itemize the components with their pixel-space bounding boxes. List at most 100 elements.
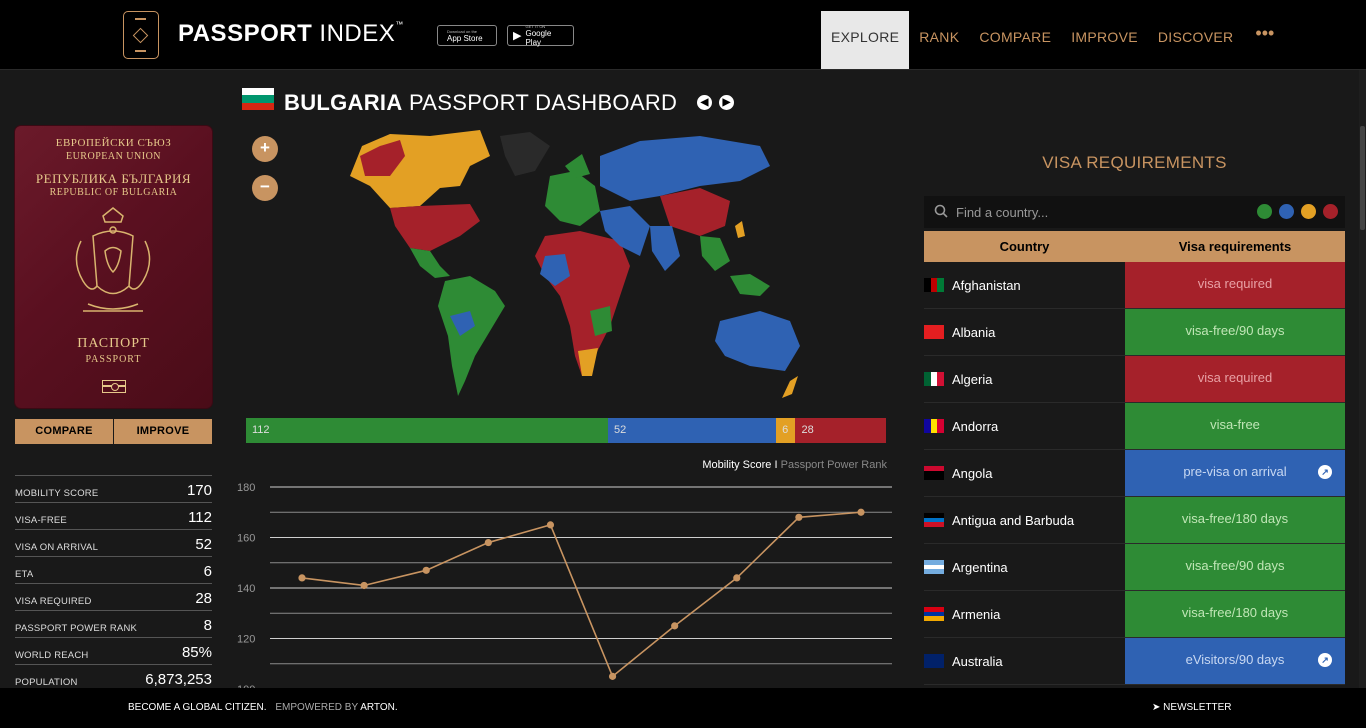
data-point[interactable] bbox=[608, 672, 617, 680]
country-name[interactable]: Antigua and Barbuda bbox=[952, 513, 1074, 528]
nav-rank[interactable]: RANK bbox=[909, 11, 969, 69]
biometric-chip-icon bbox=[102, 380, 126, 393]
table-row[interactable]: Andorra visa-free bbox=[924, 403, 1345, 450]
country-name[interactable]: Armenia bbox=[952, 607, 1000, 622]
table-row[interactable]: Afghanistan visa required bbox=[924, 262, 1345, 309]
country-name[interactable]: Albania bbox=[952, 325, 995, 340]
visa-requirement-cell[interactable]: visa-free/90 days bbox=[1125, 309, 1345, 355]
prev-country-icon[interactable]: ◀ bbox=[697, 95, 712, 110]
country-flag-icon bbox=[924, 654, 944, 668]
cover-text: РЕПУБЛИКА БЪЛГАРИЯ bbox=[35, 171, 192, 186]
search-input[interactable] bbox=[956, 202, 1236, 222]
external-link-icon[interactable]: ↗ bbox=[1318, 465, 1332, 479]
map-region-greenland[interactable] bbox=[500, 132, 550, 176]
nav-explore[interactable]: EXPLORE bbox=[821, 11, 910, 69]
nav-compare[interactable]: COMPARE bbox=[969, 11, 1061, 69]
breakdown-segment[interactable]: 52 bbox=[608, 418, 777, 443]
country-flag-icon bbox=[924, 325, 944, 339]
map-region-indonesia[interactable] bbox=[730, 274, 770, 296]
map-region-india[interactable] bbox=[650, 226, 680, 271]
breakdown-segment[interactable]: 6 bbox=[776, 418, 796, 443]
visa-table: Country Visa requirements Afghanistan vis… bbox=[924, 231, 1345, 685]
cover-text: PASSPORT bbox=[85, 354, 142, 365]
stat-row: POPULATION 6,873,253 bbox=[15, 664, 212, 691]
y-tick-label: 140 bbox=[237, 583, 255, 595]
nav-improve[interactable]: IMPROVE bbox=[1061, 11, 1148, 69]
map-region-south-america[interactable] bbox=[438, 276, 505, 396]
site-logo-text[interactable]: PASSPORT INDEX™ bbox=[178, 20, 404, 48]
zoom-in-button[interactable]: + bbox=[252, 136, 278, 162]
nav-discover[interactable]: DISCOVER bbox=[1148, 11, 1244, 69]
country-flag-icon bbox=[924, 419, 945, 433]
visa-requirement-cell[interactable]: visa required bbox=[1125, 262, 1345, 308]
footer-slogan: BECOME A GLOBAL CITIZEN. bbox=[128, 702, 267, 713]
search-icon bbox=[934, 204, 948, 218]
more-menu-icon[interactable]: ••• bbox=[1243, 11, 1286, 61]
legend-power-rank[interactable]: Passport Power Rank bbox=[781, 459, 887, 471]
column-header-requirements[interactable]: Visa requirements bbox=[1125, 231, 1345, 262]
world-map[interactable] bbox=[320, 126, 820, 402]
column-header-country[interactable]: Country bbox=[924, 231, 1125, 262]
data-point[interactable] bbox=[671, 622, 679, 630]
data-point[interactable] bbox=[546, 521, 555, 529]
visa-requirement-cell[interactable]: visa-free/90 days bbox=[1125, 544, 1345, 590]
legend-mobility-score[interactable]: Mobility Score bbox=[702, 459, 771, 471]
breakdown-segment[interactable]: 112 bbox=[246, 418, 609, 443]
map-region-mexico[interactable] bbox=[410, 248, 450, 278]
visa-requirement-cell[interactable]: visa-free/180 days bbox=[1125, 497, 1345, 543]
map-region-europe[interactable] bbox=[545, 171, 600, 226]
breakdown-segment[interactable]: 28 bbox=[795, 418, 886, 443]
map-region-australia[interactable] bbox=[715, 311, 800, 371]
stat-row: PASSPORT POWER RANK 8 bbox=[15, 610, 212, 637]
stat-row: WORLD REACH 85% bbox=[15, 637, 212, 664]
map-region-southeast-asia[interactable] bbox=[700, 236, 730, 271]
page-scrollbar[interactable] bbox=[1359, 70, 1366, 688]
app-store-button[interactable]: Download on the App Store bbox=[437, 25, 497, 46]
visa-requirement-cell[interactable]: visa-free bbox=[1125, 403, 1345, 449]
table-row[interactable]: Armenia visa-free/180 days bbox=[924, 591, 1345, 638]
external-link-icon[interactable]: ↗ bbox=[1318, 653, 1332, 667]
country-name[interactable]: Angola bbox=[952, 466, 992, 481]
map-region-new-zealand[interactable] bbox=[782, 376, 798, 398]
visa-requirement-cell[interactable]: visa-free/180 days bbox=[1125, 591, 1345, 637]
country-name[interactable]: Australia bbox=[952, 654, 1003, 669]
data-point[interactable] bbox=[422, 566, 430, 574]
chart-legend: Mobility Score I Passport Power Rank bbox=[702, 459, 887, 471]
country-name[interactable]: Afghanistan bbox=[952, 278, 1021, 293]
stat-row: VISA ON ARRIVAL 52 bbox=[15, 529, 212, 556]
table-row[interactable]: Algeria visa required bbox=[924, 356, 1345, 403]
visa-requirement-cell[interactable]: pre-visa on arrival ↗ bbox=[1125, 450, 1345, 496]
data-point[interactable] bbox=[360, 581, 368, 590]
visa-requirement-cell[interactable]: eVisitors/90 days ↗ bbox=[1125, 638, 1345, 684]
visa-requirement-cell[interactable]: visa required bbox=[1125, 356, 1345, 402]
data-point[interactable] bbox=[484, 538, 492, 547]
country-name[interactable]: Andorra bbox=[952, 419, 998, 434]
map-region-usa[interactable] bbox=[390, 204, 480, 251]
filter-dot[interactable] bbox=[1279, 204, 1294, 219]
map-region-japan[interactable] bbox=[735, 221, 745, 238]
table-row[interactable]: Antigua and Barbuda visa-free/180 days bbox=[924, 497, 1345, 544]
data-point[interactable] bbox=[857, 508, 865, 516]
google-play-button[interactable]: ▶ GET IT ON Google Play bbox=[507, 24, 574, 47]
data-point[interactable] bbox=[733, 574, 741, 582]
newsletter-link[interactable]: ➤ NEWSLETTER bbox=[1152, 702, 1232, 713]
country-flag-icon bbox=[924, 513, 944, 527]
footer-empowered: EMPOWERED BY bbox=[275, 702, 358, 713]
data-point[interactable] bbox=[795, 513, 803, 521]
compare-button[interactable]: COMPARE bbox=[15, 419, 113, 444]
table-row[interactable]: Australia eVisitors/90 days ↗ bbox=[924, 638, 1345, 685]
table-row[interactable]: Argentina visa-free/90 days bbox=[924, 544, 1345, 591]
zoom-out-button[interactable]: − bbox=[252, 175, 278, 201]
table-row[interactable]: Angola pre-visa on arrival ↗ bbox=[924, 450, 1345, 497]
filter-dot[interactable] bbox=[1301, 204, 1316, 219]
arton-link[interactable]: ARTON. bbox=[360, 702, 397, 713]
next-country-icon[interactable]: ▶ bbox=[719, 95, 734, 110]
table-row[interactable]: Albania visa-free/90 days bbox=[924, 309, 1345, 356]
country-name[interactable]: Argentina bbox=[952, 560, 1008, 575]
improve-button[interactable]: IMPROVE bbox=[114, 419, 212, 444]
country-name[interactable]: Algeria bbox=[952, 372, 992, 387]
filter-dot[interactable] bbox=[1257, 204, 1272, 219]
data-point[interactable] bbox=[298, 574, 306, 582]
passport-index-logo-icon[interactable] bbox=[123, 11, 159, 59]
filter-dot[interactable] bbox=[1323, 204, 1338, 219]
